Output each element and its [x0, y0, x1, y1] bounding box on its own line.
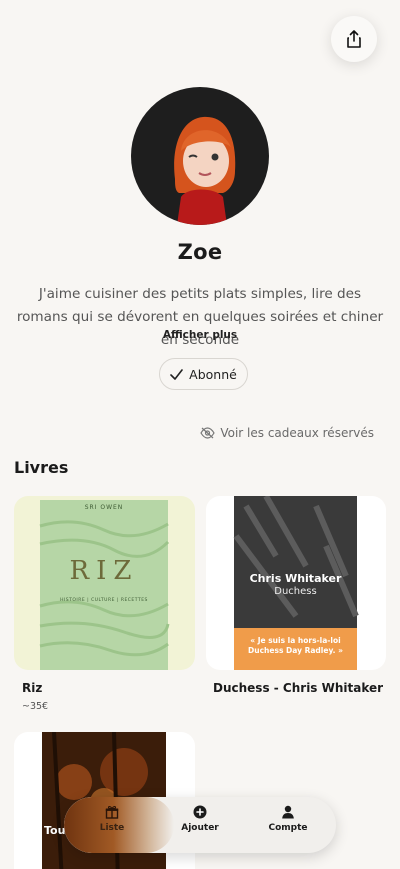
- nav-label: Ajouter: [181, 823, 219, 833]
- section-title: Livres: [14, 458, 69, 477]
- nav-item-liste[interactable]: Liste: [82, 805, 142, 833]
- bottom-nav: Liste Ajouter Compte: [64, 797, 336, 853]
- eye-off-icon: [200, 427, 216, 439]
- share-icon: [347, 30, 361, 48]
- profile-bio: J'aime cuisiner des petits plats simples…: [16, 286, 384, 348]
- nav-label: Liste: [99, 823, 125, 833]
- cover-subtitle: HISTOIRE | CULTURE | RECETTES: [60, 598, 148, 603]
- plus-circle-icon: [193, 805, 207, 819]
- book-card-duchess[interactable]: Chris Whitaker Duchess « Je suis la hors…: [206, 496, 386, 670]
- nav-label: Compte: [268, 823, 308, 833]
- book-title: Duchess - Chris Whitaker: [213, 681, 384, 695]
- cover-quote: « Je suis la hors-la-loi Duchess Day Rad…: [248, 636, 343, 655]
- profile-name: Zoe: [177, 240, 223, 264]
- cover-title: Duchess: [274, 586, 317, 597]
- avatar: [131, 87, 269, 225]
- share-button[interactable]: [331, 16, 377, 62]
- check-icon: [170, 368, 183, 380]
- book-price: ~35€: [22, 701, 49, 712]
- gift-icon: [105, 806, 119, 819]
- reserved-gifts-link[interactable]: Voir les cadeaux réservés: [200, 426, 374, 440]
- cover-title: RIZ: [69, 556, 139, 586]
- cover-author: SRI OWEN: [84, 504, 124, 511]
- nav-item-compte[interactable]: Compte: [258, 805, 318, 833]
- book-card-riz[interactable]: SRI OWEN RIZ HISTOIRE | CULTURE | RECETT…: [14, 496, 195, 670]
- user-icon: [282, 805, 294, 819]
- cover-author: Chris Whitaker: [249, 572, 342, 585]
- reserved-gifts-label: Voir les cadeaux réservés: [220, 426, 374, 440]
- nav-item-ajouter[interactable]: Ajouter: [170, 805, 230, 833]
- book-title: Riz: [22, 681, 43, 695]
- cover-title: Tou: [44, 824, 66, 837]
- show-more-link[interactable]: Afficher plus: [0, 329, 400, 341]
- follow-label: Abonné: [189, 366, 237, 382]
- follow-button[interactable]: Abonné: [159, 358, 248, 390]
